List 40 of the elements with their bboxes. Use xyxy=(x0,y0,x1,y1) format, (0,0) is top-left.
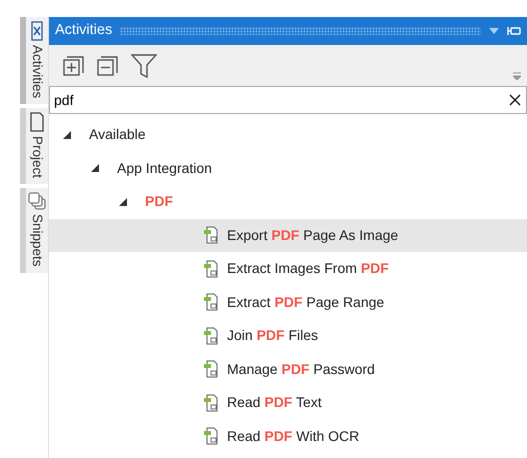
document-icon xyxy=(203,360,219,378)
tree-item[interactable]: Export PDF Page As Image xyxy=(49,218,527,252)
tree-item-label: Extract Images From PDF xyxy=(227,259,389,278)
stacked-pages-icon xyxy=(28,192,46,210)
expander-icon[interactable] xyxy=(91,164,99,172)
document-icon xyxy=(203,427,219,446)
panel-title: Activities xyxy=(55,21,112,40)
tree-item[interactable]: Manage PDF Password xyxy=(49,352,527,386)
tree-item-label: Extract PDF Page Range xyxy=(227,292,384,312)
filter-icon[interactable] xyxy=(131,54,157,78)
document-icon xyxy=(203,226,219,244)
clear-button[interactable] xyxy=(509,94,521,106)
tree-item[interactable]: Read PDF With OCR xyxy=(49,420,527,453)
tree-item-label: Join PDF Files xyxy=(227,326,318,346)
pin-icon[interactable] xyxy=(507,26,521,36)
tree-item-label: Manage PDF Password xyxy=(227,360,375,379)
tree-item[interactable]: Read PDF Text xyxy=(49,386,527,420)
document-icon xyxy=(203,260,219,278)
side-tab[interactable]: Project xyxy=(20,108,48,184)
tree-item[interactable]: Join PDF Files xyxy=(49,319,527,352)
document-icon xyxy=(203,326,219,345)
tree-item-label: Read PDF Text xyxy=(227,393,322,412)
document-icon xyxy=(29,112,45,132)
tree-item[interactable]: Extract PDF Page Range xyxy=(49,286,527,319)
tree-item-label[interactable]: App Integration xyxy=(117,158,212,179)
document-icon xyxy=(203,394,219,412)
collapse-all-icon[interactable] xyxy=(97,54,119,76)
tree-item-label[interactable]: Available xyxy=(89,124,146,146)
expander-icon[interactable] xyxy=(119,198,127,206)
tree-item-label: Export PDF Page As Image xyxy=(227,226,398,245)
expand-all-icon[interactable] xyxy=(63,54,85,76)
document-icon xyxy=(203,293,219,312)
dropdown-icon[interactable] xyxy=(489,28,499,34)
search-field[interactable]: pdf xyxy=(49,86,527,114)
side-tab[interactable]: Activities xyxy=(20,17,48,104)
expander-icon[interactable] xyxy=(63,130,71,139)
tree-item[interactable]: Extract Images From PDF xyxy=(49,252,527,286)
side-tab[interactable]: Snippets xyxy=(20,188,48,273)
activities-icon xyxy=(31,21,43,41)
tree-item-label: Read PDF With OCR xyxy=(227,426,360,446)
